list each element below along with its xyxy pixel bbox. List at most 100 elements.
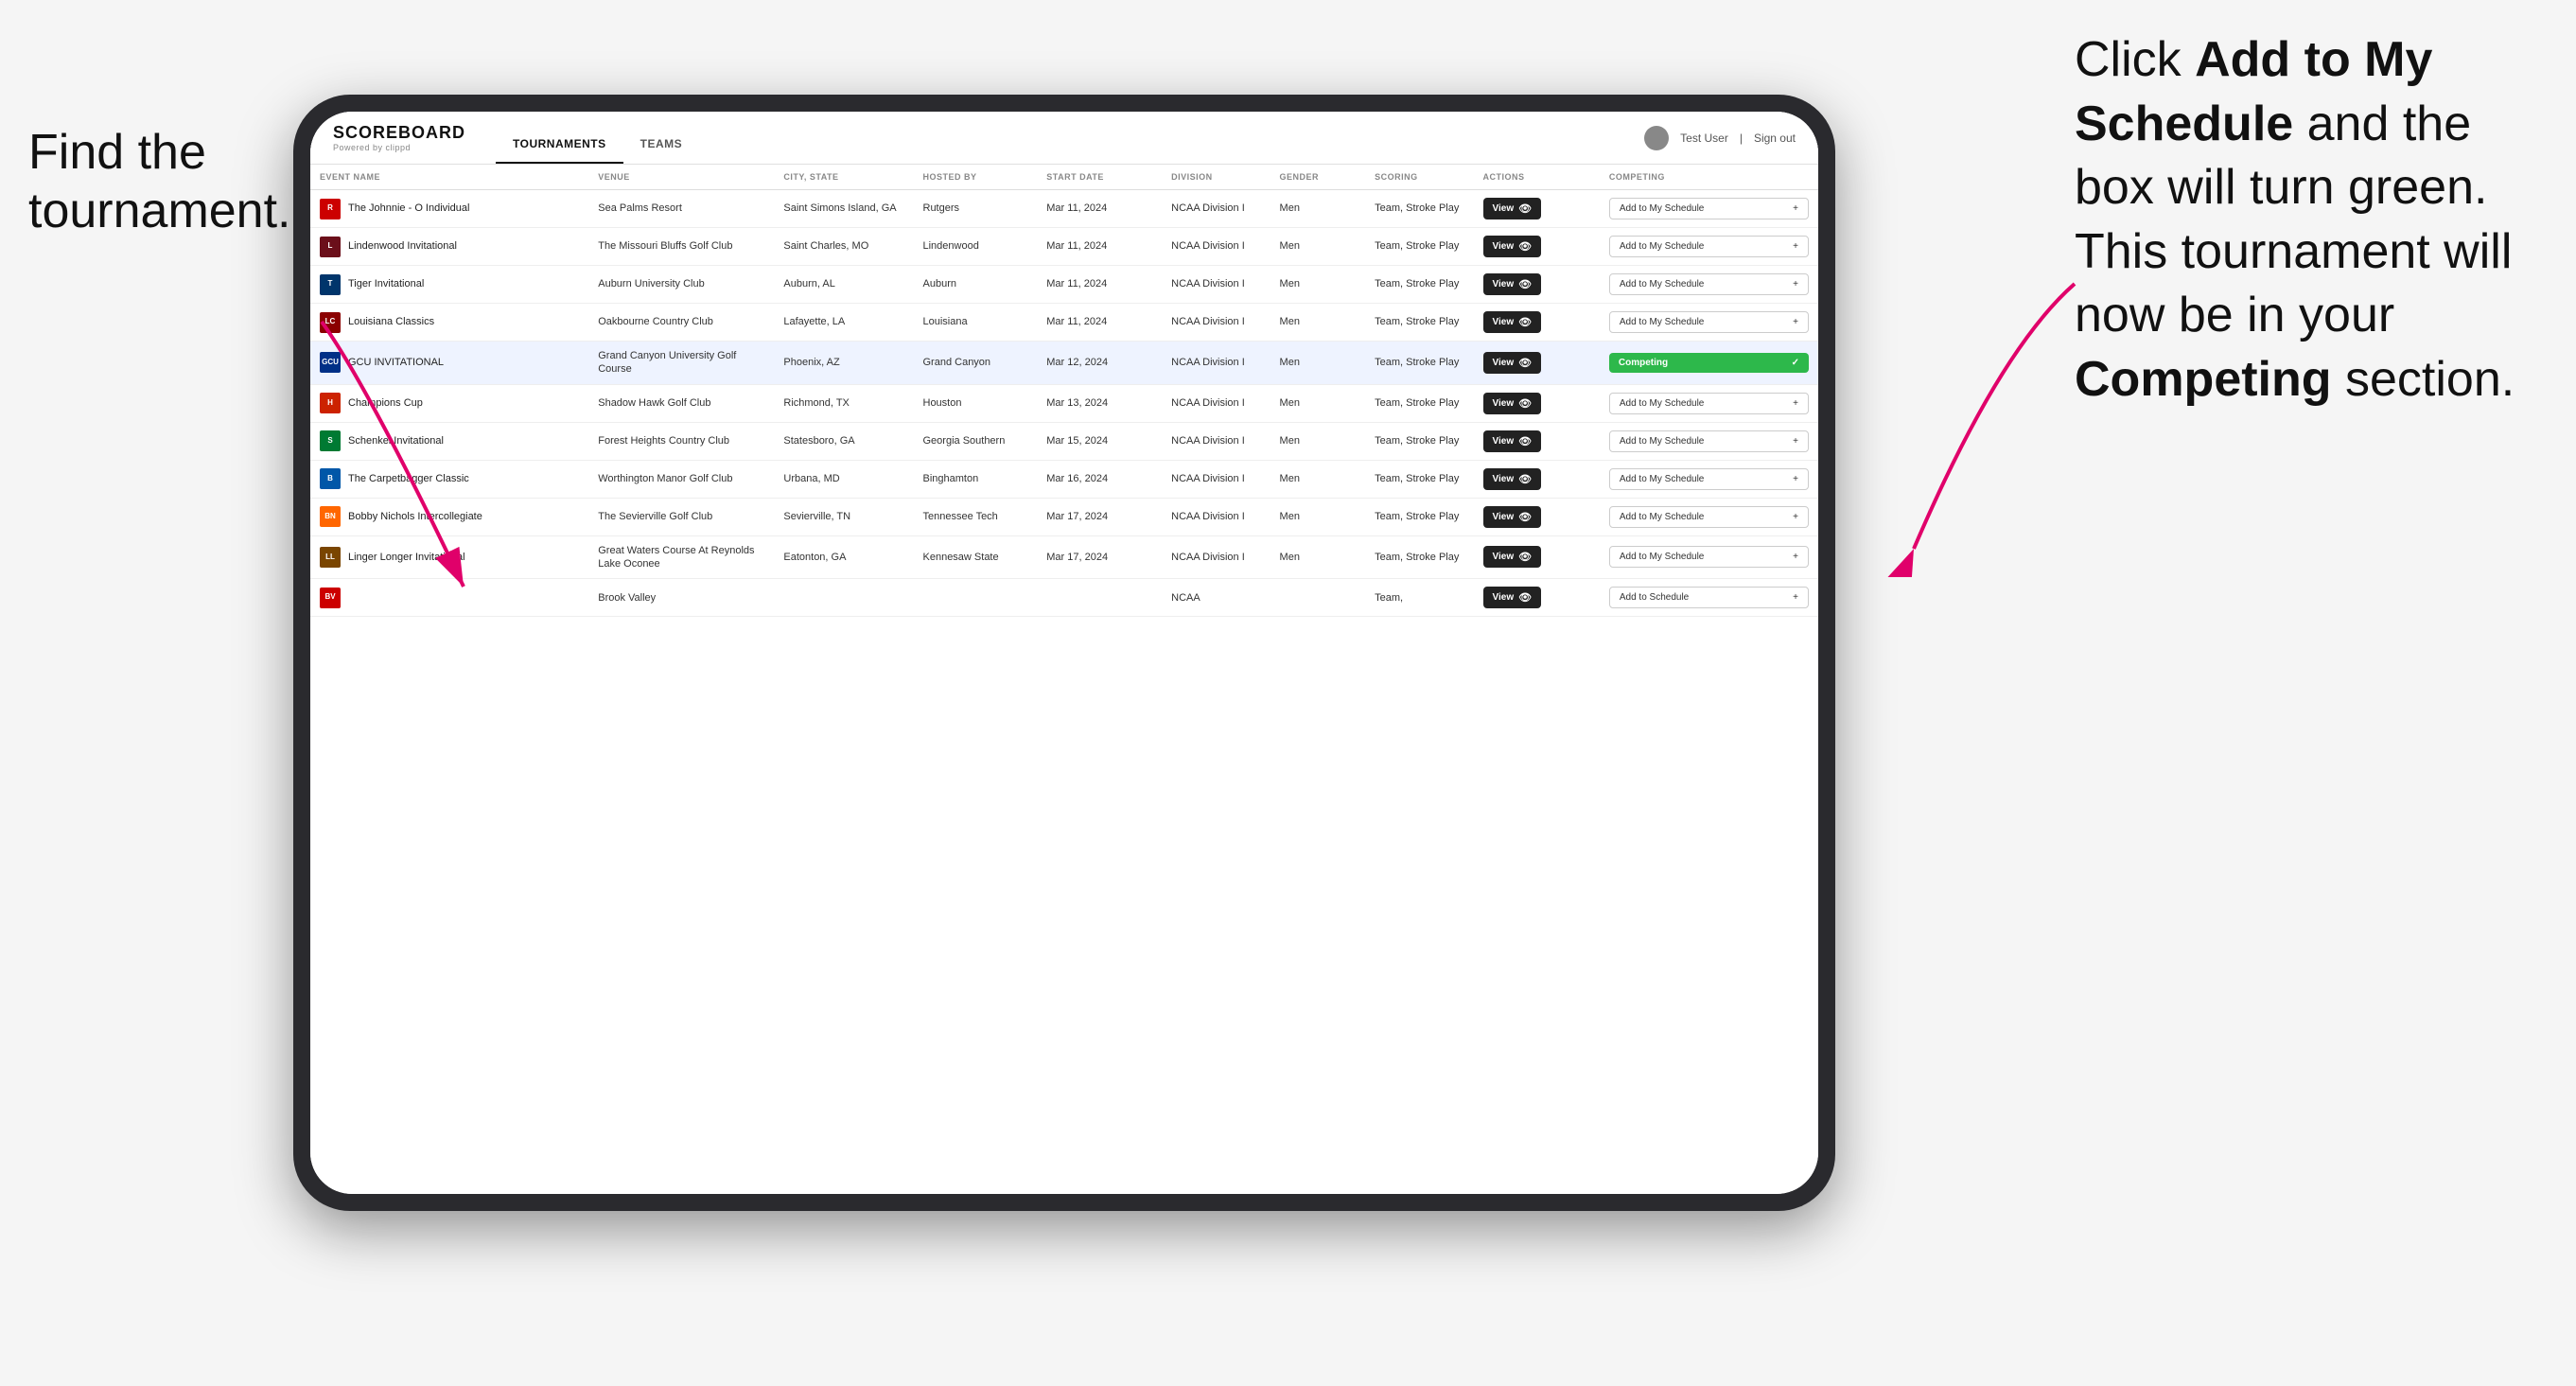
cell-actions: View 👁 — [1474, 460, 1600, 498]
team-logo: H — [320, 393, 341, 413]
event-name-text: The Carpetbagger Classic — [348, 472, 469, 485]
view-button[interactable]: View 👁 — [1483, 393, 1542, 414]
cell-date: Mar 11, 2024 — [1037, 190, 1162, 228]
cell-city: Sevierville, TN — [774, 498, 913, 535]
cell-gender: Men — [1270, 384, 1366, 422]
cell-hosted: Rutgers — [914, 190, 1038, 228]
cell-division: NCAA — [1162, 579, 1270, 617]
cell-division: NCAA Division I — [1162, 498, 1270, 535]
eye-icon: 👁 — [1518, 473, 1532, 485]
view-button[interactable]: View 👁 — [1483, 311, 1542, 333]
col-header-date: START DATE — [1037, 165, 1162, 190]
cell-competing: Add to My Schedule + — [1600, 535, 1818, 579]
plus-icon: + — [1793, 317, 1798, 327]
cell-hosted: Kennesaw State — [914, 535, 1038, 579]
arrow-right-annotation — [1885, 274, 2094, 577]
tab-teams[interactable]: TEAMS — [623, 126, 700, 164]
team-logo: LL — [320, 547, 341, 568]
event-name-text: Lindenwood Invitational — [348, 239, 457, 253]
nav-tabs: TOURNAMENTS TEAMS — [496, 112, 699, 164]
table-row: BV Brook ValleyNCAATeam,View 👁Add to Sch… — [310, 579, 1818, 617]
table-row: T Tiger Invitational Auburn University C… — [310, 266, 1818, 304]
view-button[interactable]: View 👁 — [1483, 352, 1542, 374]
add-schedule-button[interactable]: Add to My Schedule + — [1609, 506, 1809, 528]
view-button[interactable]: View 👁 — [1483, 546, 1542, 568]
add-schedule-button[interactable]: Add to My Schedule + — [1609, 546, 1809, 568]
eye-icon: 👁 — [1518, 357, 1532, 369]
cell-actions: View 👁 — [1474, 228, 1600, 266]
add-schedule-button[interactable]: Add to My Schedule + — [1609, 311, 1809, 333]
add-schedule-button[interactable]: Add to My Schedule + — [1609, 468, 1809, 490]
team-logo: BV — [320, 588, 341, 608]
cell-city: Urbana, MD — [774, 460, 913, 498]
view-button[interactable]: View 👁 — [1483, 430, 1542, 452]
table-row: R The Johnnie - O Individual Sea Palms R… — [310, 190, 1818, 228]
plus-icon: + — [1793, 436, 1798, 447]
cell-date: Mar 13, 2024 — [1037, 384, 1162, 422]
cell-competing: Add to Schedule + — [1600, 579, 1818, 617]
col-header-venue: VENUE — [588, 165, 774, 190]
eye-icon: 👁 — [1518, 202, 1532, 215]
cell-division: NCAA Division I — [1162, 228, 1270, 266]
cell-city: Auburn, AL — [774, 266, 913, 304]
view-button[interactable]: View 👁 — [1483, 506, 1542, 528]
competing-button[interactable]: Competing ✓ — [1609, 353, 1809, 373]
add-schedule-label: Add to My Schedule — [1620, 317, 1705, 327]
cell-city: Saint Simons Island, GA — [774, 190, 913, 228]
add-schedule-button[interactable]: Add to My Schedule + — [1609, 236, 1809, 257]
cell-scoring: Team, Stroke Play — [1365, 422, 1473, 460]
tablet-screen: SCOREBOARD Powered by clippd TOURNAMENTS… — [310, 112, 1818, 1194]
eye-icon: 👁 — [1518, 240, 1532, 253]
cell-gender — [1270, 579, 1366, 617]
event-name-text: GCU INVITATIONAL — [348, 356, 444, 369]
cell-city — [774, 579, 913, 617]
event-name-text: The Johnnie - O Individual — [348, 202, 469, 215]
cell-venue: Grand Canyon University Golf Course — [588, 342, 774, 385]
cell-city: Phoenix, AZ — [774, 342, 913, 385]
cell-gender: Men — [1270, 535, 1366, 579]
cell-venue: Worthington Manor Golf Club — [588, 460, 774, 498]
cell-competing: Add to My Schedule + — [1600, 460, 1818, 498]
add-schedule-button[interactable]: Add to My Schedule + — [1609, 273, 1809, 295]
cell-event-name: B The Carpetbagger Classic — [310, 460, 588, 498]
cell-gender: Men — [1270, 266, 1366, 304]
sign-out-link[interactable]: Sign out — [1754, 132, 1796, 145]
app-screen: SCOREBOARD Powered by clippd TOURNAMENTS… — [310, 112, 1818, 1194]
view-button[interactable]: View 👁 — [1483, 198, 1542, 219]
cell-scoring: Team, Stroke Play — [1365, 535, 1473, 579]
table-row: GCU GCU INVITATIONAL Grand Canyon Univer… — [310, 342, 1818, 385]
col-header-gender: GENDER — [1270, 165, 1366, 190]
cell-actions: View 👁 — [1474, 535, 1600, 579]
cell-gender: Men — [1270, 422, 1366, 460]
cell-event-name: GCU GCU INVITATIONAL — [310, 342, 588, 385]
add-schedule-button[interactable]: Add to My Schedule + — [1609, 393, 1809, 414]
cell-scoring: Team, Stroke Play — [1365, 304, 1473, 342]
cell-hosted: Auburn — [914, 266, 1038, 304]
cell-date: Mar 17, 2024 — [1037, 535, 1162, 579]
team-logo: LC — [320, 312, 341, 333]
view-button[interactable]: View 👁 — [1483, 273, 1542, 295]
cell-venue: Oakbourne Country Club — [588, 304, 774, 342]
cell-city: Eatonton, GA — [774, 535, 913, 579]
cell-division: NCAA Division I — [1162, 342, 1270, 385]
add-schedule-button[interactable]: Add to My Schedule + — [1609, 198, 1809, 219]
cell-scoring: Team, Stroke Play — [1365, 460, 1473, 498]
cell-city: Saint Charles, MO — [774, 228, 913, 266]
cell-event-name: T Tiger Invitational — [310, 266, 588, 304]
cell-division: NCAA Division I — [1162, 535, 1270, 579]
view-button[interactable]: View 👁 — [1483, 468, 1542, 490]
cell-gender: Men — [1270, 498, 1366, 535]
tab-tournaments[interactable]: TOURNAMENTS — [496, 126, 623, 164]
cell-venue: Shadow Hawk Golf Club — [588, 384, 774, 422]
cell-scoring: Team, Stroke Play — [1365, 190, 1473, 228]
view-button[interactable]: View 👁 — [1483, 587, 1542, 608]
add-schedule-label: Add to My Schedule — [1620, 474, 1705, 484]
add-schedule-button[interactable]: Add to My Schedule + — [1609, 430, 1809, 452]
pipe-separator: | — [1740, 132, 1743, 145]
view-button[interactable]: View 👁 — [1483, 236, 1542, 257]
cell-hosted: Houston — [914, 384, 1038, 422]
logo-area: SCOREBOARD Powered by clippd — [333, 123, 465, 152]
cell-gender: Men — [1270, 342, 1366, 385]
add-schedule-button[interactable]: Add to Schedule + — [1609, 587, 1809, 608]
cell-event-name: LL Linger Longer Invitational — [310, 535, 588, 579]
